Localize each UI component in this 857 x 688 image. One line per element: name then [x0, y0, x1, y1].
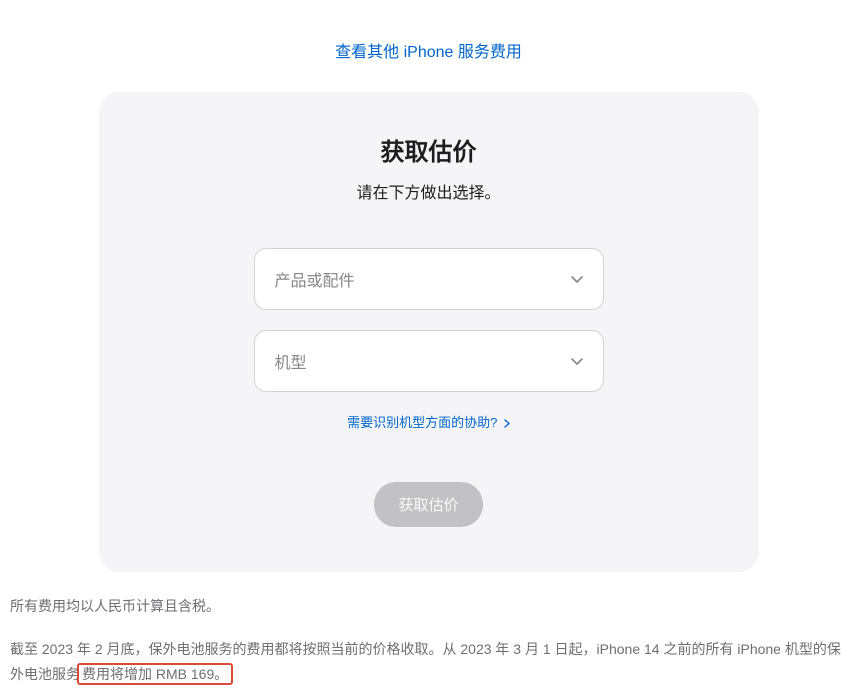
identify-model-help-link[interactable]: 需要识别机型方面的协助? — [347, 415, 510, 430]
model-select[interactable]: 机型 — [254, 330, 604, 392]
product-select-placeholder: 产品或配件 — [275, 267, 355, 291]
card-subtitle: 请在下方做出选择。 — [149, 179, 709, 203]
chevron-down-icon — [571, 276, 583, 283]
footer-line-2: 截至 2023 年 2 月底，保外电池服务的费用都将按照当前的价格收取。从 20… — [10, 637, 847, 687]
estimate-card: 获取估价 请在下方做出选择。 产品或配件 机型 需要识别机型方面的协助? 获取估… — [99, 92, 759, 572]
card-title: 获取估价 — [149, 132, 709, 167]
model-select-placeholder: 机型 — [275, 349, 307, 373]
other-iphone-service-link[interactable]: 查看其他 iPhone 服务费用 — [335, 44, 522, 61]
footer-line-1: 所有费用均以人民币计算且含税。 — [10, 594, 847, 619]
chevron-down-icon — [571, 358, 583, 365]
help-link-label: 需要识别机型方面的协助? — [347, 415, 497, 430]
get-estimate-button[interactable]: 获取估价 — [374, 482, 482, 527]
price-increase-highlight: 费用将增加 RMB 169。 — [77, 663, 233, 685]
help-link-container: 需要识别机型方面的协助? — [149, 412, 709, 432]
footer-text: 所有费用均以人民币计算且含税。 截至 2023 年 2 月底，保外电池服务的费用… — [0, 572, 857, 688]
chevron-right-icon — [504, 416, 510, 431]
top-link-container: 查看其他 iPhone 服务费用 — [0, 0, 857, 92]
product-select[interactable]: 产品或配件 — [254, 248, 604, 310]
